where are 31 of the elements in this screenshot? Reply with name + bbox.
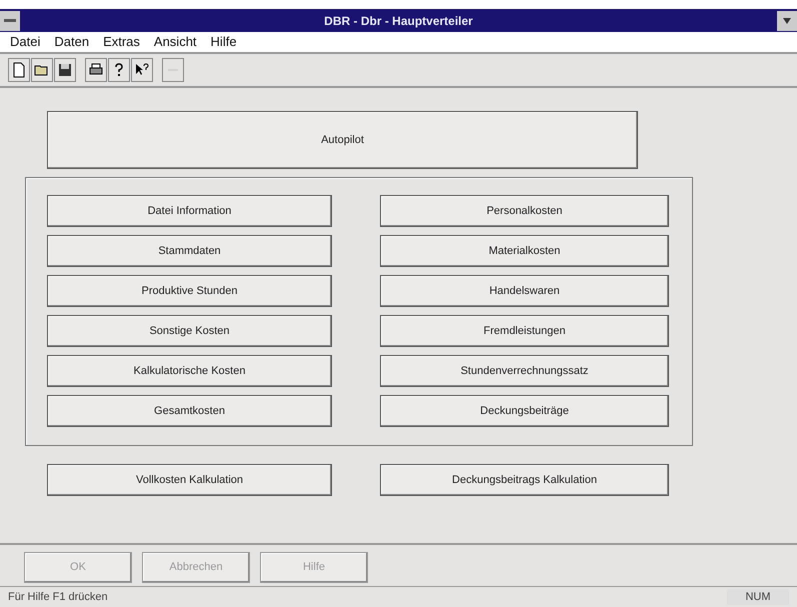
menu-button[interactable]: Kalkulatorische Kosten <box>47 355 332 388</box>
menu-button[interactable]: Stundenverrechnungssatz <box>380 355 669 388</box>
window-title: DBR - Dbr - Hauptverteiler <box>323 12 474 30</box>
menu-button[interactable]: Deckungsbeiträge <box>380 395 669 428</box>
menu-item[interactable]: Extras <box>103 32 140 52</box>
minimize-icon[interactable] <box>777 10 797 31</box>
calculation-button[interactable]: Vollkosten Kalkulation <box>47 464 332 496</box>
menu-item[interactable]: Hilfe <box>210 32 237 52</box>
menu-item[interactable]: Daten <box>54 32 90 52</box>
menu-button[interactable]: Materialkosten <box>380 235 669 268</box>
menu-item[interactable]: Ansicht <box>154 32 197 52</box>
calculation-button[interactable]: Deckungsbeitrags Kalkulation <box>380 464 669 496</box>
menu-button[interactable]: Gesamtkosten <box>47 395 332 428</box>
menu-button[interactable]: Fremdleistungen <box>380 315 669 348</box>
menu-button[interactable]: Datei Information <box>47 195 332 228</box>
menu-button[interactable]: Personalkosten <box>380 195 669 228</box>
num-indicator: NUM <box>727 588 789 606</box>
menu-item[interactable]: Datei <box>10 32 40 52</box>
system-menu-icon[interactable] <box>0 10 20 31</box>
new-file-icon[interactable] <box>8 58 30 82</box>
printer-icon[interactable] <box>85 58 107 82</box>
menu-button[interactable]: Stammdaten <box>47 235 332 268</box>
save-icon[interactable] <box>54 58 76 82</box>
autopilot-button[interactable]: Autopilot <box>47 111 638 170</box>
menu-button[interactable]: Sonstige Kosten <box>47 315 332 348</box>
menu-button[interactable]: Handelswaren <box>380 275 669 308</box>
pointer-help-icon[interactable] <box>131 58 153 82</box>
open-folder-icon[interactable] <box>31 58 53 82</box>
menu-button[interactable]: Produktive Stunden <box>47 275 332 308</box>
status-message: Für Hilfe F1 drücken <box>8 590 109 605</box>
question-mark-icon[interactable] <box>108 58 130 82</box>
